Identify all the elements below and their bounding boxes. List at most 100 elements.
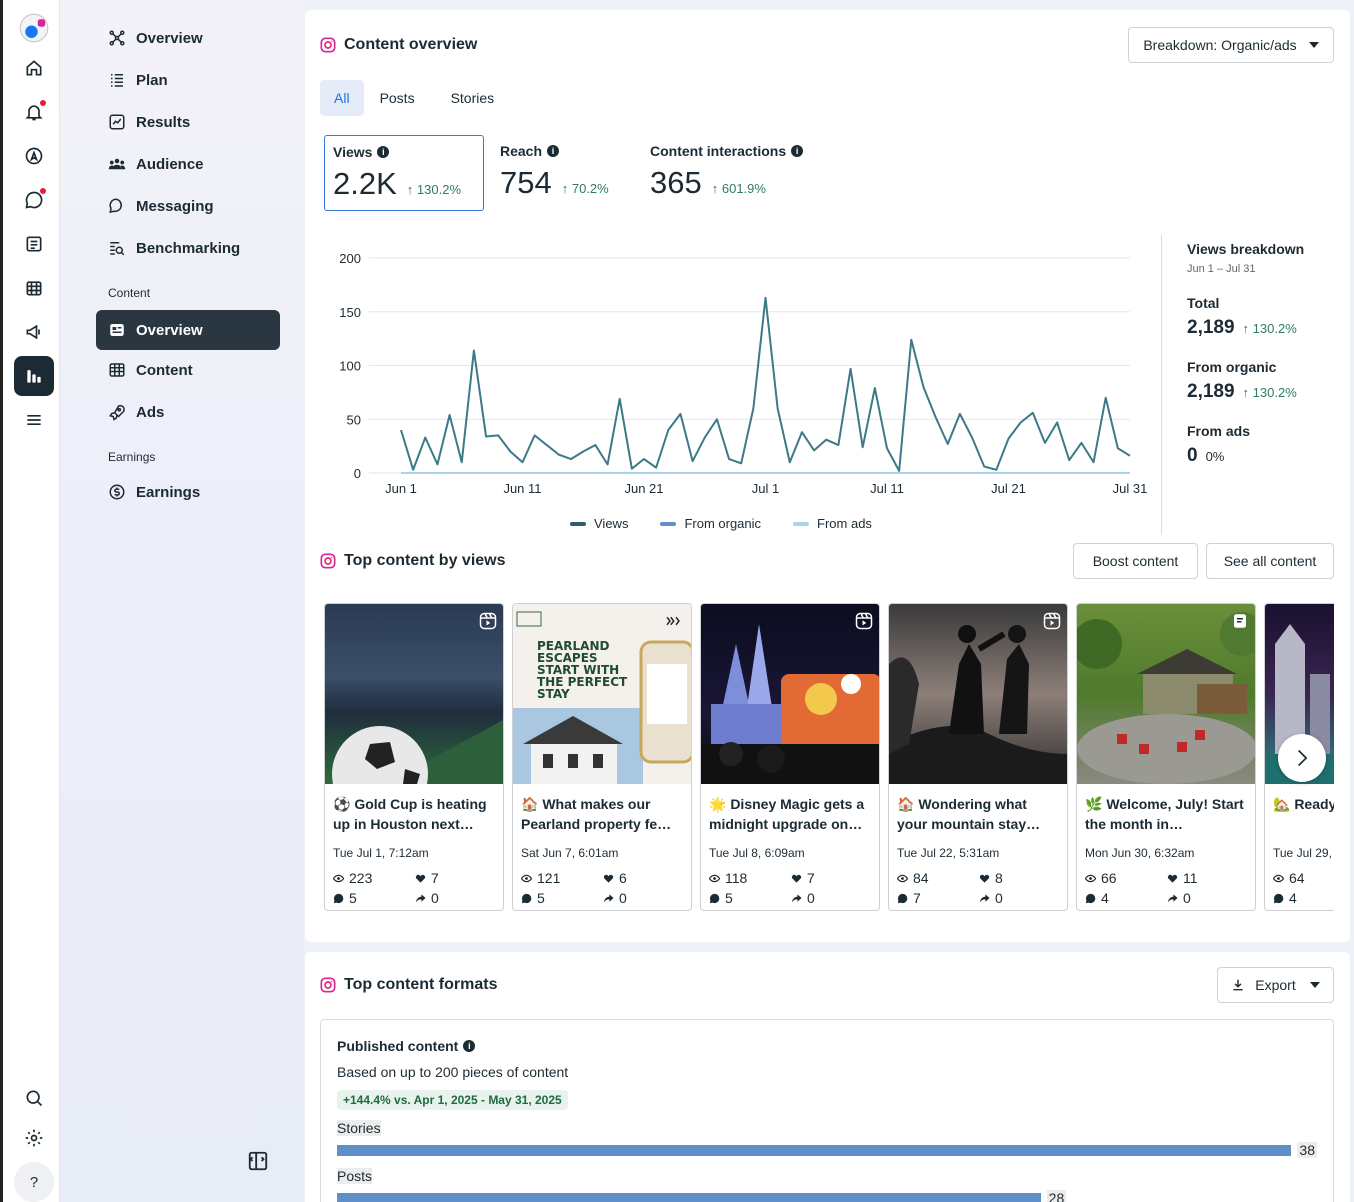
share-icon <box>791 893 802 903</box>
nav-item-content-overview[interactable]: Overview <box>96 310 280 350</box>
tab-all[interactable]: All <box>320 80 364 116</box>
content-card[interactable]: ⚽ Gold Cup is heating up in Houston next… <box>324 603 504 911</box>
content-overview-panel: Content overview Breakdown: Organic/ads … <box>305 10 1350 942</box>
info-icon[interactable]: i <box>791 145 804 157</box>
format-bar-posts[interactable]: 28 <box>337 1190 1317 1202</box>
see-all-content-button[interactable]: See all content <box>1206 543 1334 579</box>
content-card[interactable]: 🌿 Welcome, July! Start the month in… Mon… <box>1076 603 1256 911</box>
metric-reach[interactable]: Reach i 754 ↑ 70.2% <box>492 135 637 211</box>
tab-stories[interactable]: Stories <box>437 80 515 116</box>
views-line-chart[interactable]: 0 50 100 150 200 Jun 1 Jun 11 Jun 21 Jul 1 Jul 11… <box>305 240 1155 505</box>
menu-icon[interactable] <box>14 400 54 440</box>
metric-label: Views <box>333 144 373 160</box>
nav-item-results[interactable]: Results <box>96 103 280 141</box>
content-card[interactable]: PEARLAND ESCAPES START WITH THE PERFECT … <box>512 603 692 911</box>
nav-item-label: Overview <box>136 321 203 339</box>
nav-item-messaging[interactable]: Messaging <box>96 187 280 225</box>
legend-organic[interactable]: From organic <box>660 516 761 531</box>
content-card[interactable]: 🏠 Wondering what your mountain stay… Tue… <box>888 603 1068 911</box>
nav-item-ads[interactable]: Ads <box>96 393 280 431</box>
comments-stat: 4 <box>1085 890 1167 906</box>
nav-item-label: Results <box>136 113 191 131</box>
eye-icon <box>897 874 908 882</box>
metric-change-value: 601.9% <box>721 181 766 196</box>
total-label: Total <box>1187 295 1220 311</box>
y-tick-label: 50 <box>347 412 361 427</box>
breakdown-dropdown[interactable]: Breakdown: Organic/ads <box>1128 27 1334 63</box>
likes-stat: 6 <box>603 870 683 886</box>
comments-count: 5 <box>349 890 357 906</box>
gear-icon[interactable] <box>14 1118 54 1158</box>
eye-icon <box>521 874 532 882</box>
nav-item-plan[interactable]: Plan <box>96 61 280 99</box>
nav-item-overview[interactable]: Overview <box>96 19 280 57</box>
reel-icon <box>855 612 873 630</box>
insights-icon[interactable] <box>14 356 54 396</box>
content-card[interactable]: 🌟 Disney Magic gets a midnight upgrade o… <box>700 603 880 911</box>
calendar-icon[interactable] <box>14 268 54 308</box>
post-caption: 🌿 Welcome, July! Start the month in… <box>1085 796 1244 832</box>
x-tick-label: Jun 11 <box>503 481 541 496</box>
nav-item-label: Ads <box>136 403 165 421</box>
info-icon[interactable]: i <box>547 145 560 157</box>
nav-item-earnings[interactable]: Earnings <box>96 473 280 511</box>
comment-icon <box>1085 893 1096 903</box>
x-tick-label: Jun 21 <box>624 481 663 496</box>
legend-label: From organic <box>684 516 762 531</box>
shares-count: 0 <box>1183 890 1191 906</box>
megaphone-icon[interactable] <box>14 312 54 352</box>
profile-avatar[interactable] <box>14 8 54 48</box>
comments-stat: 5 <box>709 890 791 906</box>
collapse-sidebar-icon[interactable] <box>247 1150 269 1172</box>
compass-icon[interactable] <box>14 136 54 176</box>
organic-value: 2,189 <box>1187 381 1235 402</box>
comments-stat: 5 <box>521 890 603 906</box>
metric-label: Content interactions <box>650 143 787 159</box>
nav-item-content[interactable]: Content <box>96 351 280 389</box>
total-value: 2,189 <box>1187 317 1235 338</box>
chat-icon[interactable] <box>14 180 54 220</box>
tab-posts[interactable]: Posts <box>366 80 435 116</box>
nav-item-audience[interactable]: Audience <box>96 145 280 183</box>
legend-ads[interactable]: From ads <box>793 516 872 531</box>
views-stat: 118 <box>709 870 791 886</box>
boost-content-button[interactable]: Boost content <box>1073 543 1198 579</box>
help-icon[interactable]: ? <box>14 1162 54 1202</box>
metric-change: ↑ 70.2% <box>561 181 609 196</box>
nav-item-benchmarking[interactable]: Benchmarking <box>96 229 280 267</box>
y-tick-label: 200 <box>339 251 361 266</box>
comparison-badge: +144.4% vs. Apr 1, 2025 - May 31, 2025 <box>337 1090 568 1110</box>
metric-change: ↑ 601.9% <box>711 181 766 196</box>
message-icon <box>109 198 122 213</box>
rocket-icon <box>109 405 125 421</box>
carousel-next-button[interactable] <box>1278 734 1326 782</box>
eye-icon <box>333 874 344 882</box>
likes-count: 8 <box>995 870 1003 886</box>
home-icon[interactable] <box>14 48 54 88</box>
search-icon[interactable] <box>14 1078 54 1118</box>
section-label-earnings: Earnings <box>108 450 156 464</box>
info-icon[interactable]: i <box>463 1040 476 1052</box>
likes-stat: 8 <box>979 870 1059 886</box>
likes-count: 7 <box>431 870 439 886</box>
side-nav: Overview Plan Results Audience Messaging… <box>60 0 304 1202</box>
x-tick-label: Jul 31 <box>1113 481 1148 496</box>
x-tick-label: Jul 1 <box>752 481 779 496</box>
post-caption: 🏠 Wondering what your mountain stay… <box>897 796 1041 832</box>
views-count: 118 <box>725 870 748 886</box>
metric-content-interactions[interactable]: Content interactions i 365 ↑ 601.9% <box>642 135 832 211</box>
bell-icon[interactable] <box>14 92 54 132</box>
likes-count: 6 <box>619 870 627 886</box>
info-icon[interactable]: i <box>377 146 390 158</box>
section-title: Top content formats <box>344 976 498 993</box>
metric-views[interactable]: Views i 2.2K ↑ 130.2% <box>324 135 484 211</box>
comments-count: 7 <box>913 890 921 906</box>
total-change-value: 130.2% <box>1252 321 1297 336</box>
top-content-formats-panel: Top content formats Export Published con… <box>305 952 1350 1202</box>
metric-label: Reach <box>500 143 543 159</box>
legend-views[interactable]: Views <box>570 516 628 531</box>
pages-icon[interactable] <box>14 224 54 264</box>
export-button[interactable]: Export <box>1217 967 1334 1003</box>
ads-percent: 0% <box>1205 449 1225 464</box>
format-bar-stories[interactable]: 38 <box>337 1142 1317 1158</box>
